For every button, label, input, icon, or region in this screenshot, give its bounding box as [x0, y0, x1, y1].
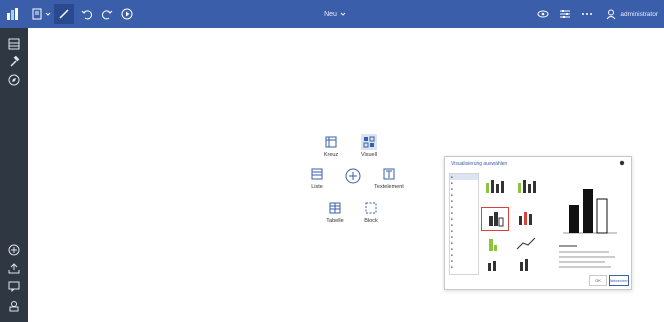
- top-toolbar: Neu administrator: [0, 0, 664, 28]
- run-play-icon[interactable]: [120, 6, 134, 22]
- crosstab-icon: [323, 134, 339, 150]
- properties-sliders-icon[interactable]: [558, 6, 572, 22]
- table-icon: [327, 200, 343, 216]
- left-sidebar: [0, 28, 28, 322]
- visualization-category-list[interactable]: ■ ■ ■ ■ ■ ■ ■ ■ ■ ■ ■ ■ ■ ■ ■ ■: [449, 173, 479, 275]
- pages-icon[interactable]: [6, 36, 22, 52]
- preview-eye-icon[interactable]: [536, 6, 550, 22]
- undo-icon[interactable]: [80, 6, 94, 22]
- preview-info-rows: [559, 245, 619, 268]
- toolbox-hammer-icon[interactable]: [6, 54, 22, 70]
- insert-list-label: Liste: [311, 184, 323, 190]
- visualization-preview: [557, 173, 621, 273]
- thumbnail-green-bar-chart[interactable]: [481, 233, 507, 255]
- thumbnail-bar-chart[interactable]: [513, 257, 539, 273]
- text-icon: [381, 166, 397, 182]
- dialog-title: Visualisierung auswählen: [451, 161, 508, 167]
- user-icon: [606, 9, 616, 20]
- visualization-picker-dialog: Visualisierung auswählen ■ ■ ■ ■ ■ ■ ■ ■…: [444, 156, 632, 290]
- insert-table-button[interactable]: Tabelle: [318, 200, 352, 224]
- list-icon: [309, 166, 325, 182]
- insert-object-menu: Kreuz Visuell Liste Textelement Tabelle …: [300, 128, 410, 238]
- thumbnail-column-chart-selected[interactable]: [481, 207, 509, 231]
- dialog-settings-icon[interactable]: [619, 160, 625, 168]
- plus-circle-icon: [345, 168, 361, 184]
- user-menu[interactable]: administrator: [606, 0, 658, 28]
- insert-more-button[interactable]: [336, 168, 370, 186]
- chevron-down-icon[interactable]: [44, 6, 52, 22]
- edit-pencil-icon[interactable]: [54, 4, 74, 24]
- notification-icon[interactable]: [6, 298, 22, 314]
- cancel-button[interactable]: Abbrechen: [609, 275, 629, 286]
- insert-block-button[interactable]: Block: [354, 200, 388, 224]
- ok-button[interactable]: OK: [589, 275, 607, 286]
- report-title: Neu: [324, 10, 337, 18]
- report-title-menu[interactable]: Neu: [300, 0, 370, 28]
- insert-block-label: Block: [364, 218, 378, 224]
- redo-icon[interactable]: [100, 6, 114, 22]
- insert-visualization-button[interactable]: Visuell: [352, 134, 386, 158]
- navigation-compass-icon[interactable]: [6, 72, 22, 88]
- thumbnail-column-chart[interactable]: [513, 207, 539, 229]
- insert-crosstab-label: Kreuz: [323, 152, 339, 158]
- comment-icon[interactable]: [6, 278, 22, 294]
- app-logo-icon[interactable]: [4, 6, 22, 22]
- insert-crosstab-button[interactable]: Kreuz: [314, 134, 348, 158]
- insert-text-button[interactable]: Textelement: [372, 166, 406, 190]
- upload-icon[interactable]: [6, 260, 22, 276]
- more-options-icon[interactable]: [580, 6, 594, 22]
- thumbnail-bar-chart[interactable]: [481, 257, 507, 273]
- insert-text-label: Textelement: [374, 184, 404, 190]
- insert-visualization-label: Visuell: [360, 152, 378, 158]
- insert-list-button[interactable]: Liste: [300, 166, 334, 190]
- visualization-icon: [361, 134, 377, 150]
- thumbnail-bar-chart[interactable]: [513, 175, 539, 197]
- visualization-thumbnail-grid: [479, 173, 551, 273]
- add-circle-icon[interactable]: [6, 242, 22, 258]
- thumbnail-line-chart[interactable]: [513, 233, 539, 255]
- user-name: administrator: [620, 10, 658, 18]
- thumbnail-bar-chart[interactable]: [481, 175, 507, 197]
- preview-column-chart: [563, 189, 617, 234]
- list-item[interactable]: ■: [450, 264, 478, 270]
- chevron-down-icon: [340, 11, 346, 17]
- insert-table-label: Tabelle: [326, 218, 344, 224]
- block-icon: [363, 200, 379, 216]
